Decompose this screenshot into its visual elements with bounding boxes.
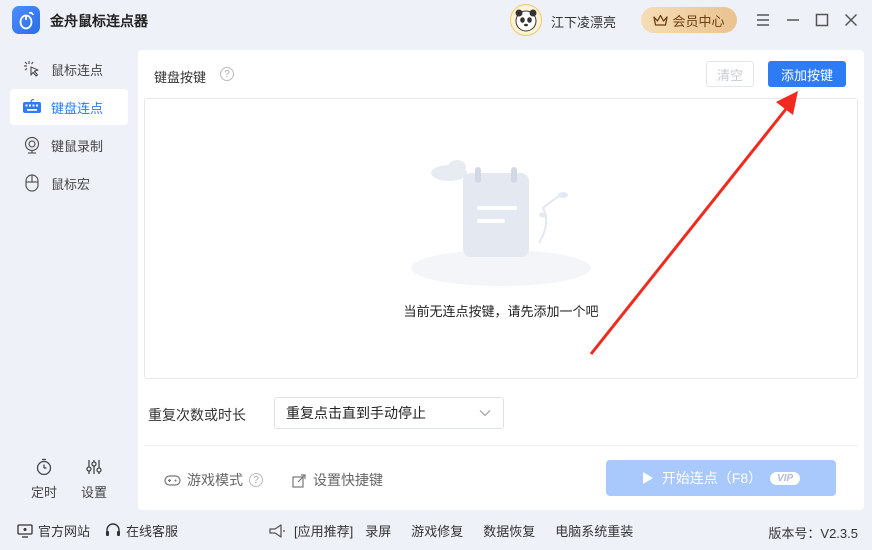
timer-button[interactable]: 定时 xyxy=(24,458,64,501)
hotkey-option[interactable]: 设置快捷键 xyxy=(292,470,383,490)
vip-badge: VIP xyxy=(770,471,801,485)
user-name[interactable]: 江下凌漂亮 xyxy=(551,12,616,31)
maximize-button[interactable] xyxy=(812,10,832,30)
game-mode-option[interactable]: 游戏模式 ? xyxy=(164,470,263,490)
online-support-label: 在线客服 xyxy=(126,524,179,539)
official-website-link[interactable]: 官方网站 xyxy=(17,521,90,540)
online-support-link[interactable]: 在线客服 xyxy=(105,521,178,540)
megaphone-icon xyxy=(269,523,285,538)
keyboard-icon xyxy=(22,97,42,117)
minimize-icon xyxy=(787,19,799,21)
sidebar-item-label: 鼠标宏 xyxy=(51,176,91,192)
minimize-button[interactable] xyxy=(783,10,803,30)
hotkey-icon xyxy=(292,473,306,488)
title-bar: 金舟鼠标连点器 江下凌漂亮 会员中心 xyxy=(0,0,872,40)
app-title: 金舟鼠标连点器 xyxy=(50,13,148,29)
empty-state-illustration xyxy=(411,160,591,286)
sidebar-item-label: 鼠标连点 xyxy=(51,62,104,78)
start-label: 开始连点（F8） xyxy=(661,470,763,486)
recommend-link-game-repair[interactable]: 游戏修复 xyxy=(411,521,463,540)
menu-button[interactable] xyxy=(753,10,773,30)
panda-avatar-icon xyxy=(515,9,537,32)
mouse-icon xyxy=(22,173,42,193)
maximize-icon xyxy=(815,13,829,27)
status-bar: 官方网站 在线客服 [应用推荐] 录屏 游戏修复 数据恢复 电脑系统重装 版本号… xyxy=(0,510,872,550)
start-button[interactable]: 开始连点（F8） VIP xyxy=(606,460,836,496)
user-avatar[interactable] xyxy=(510,4,542,36)
headset-icon xyxy=(106,523,120,536)
close-button[interactable] xyxy=(841,10,861,30)
mouse-logo-icon xyxy=(19,11,34,30)
hotkey-label: 设置快捷键 xyxy=(313,472,383,488)
key-list: 当前无连点按键，请先添加一个吧 xyxy=(144,98,858,379)
version-label: 版本号：V2.3.5 xyxy=(768,526,858,541)
sidebar-item-keyboard-click[interactable]: 键盘连点 xyxy=(10,89,128,125)
official-website-label: 官方网站 xyxy=(38,524,91,539)
sidebar-item-mouse-click[interactable]: 鼠标连点 xyxy=(10,51,128,87)
game-mode-label: 游戏模式 xyxy=(187,472,243,488)
vip-center-button[interactable]: 会员中心 xyxy=(641,7,737,33)
crown-icon xyxy=(653,14,669,26)
recommend-link-record[interactable]: 录屏 xyxy=(365,521,391,540)
chevron-down-icon xyxy=(479,410,491,417)
repeat-select-value: 重复点击直到手动停止 xyxy=(286,405,426,421)
timer-label: 定时 xyxy=(30,485,57,500)
sidebar-item-mouse-macro[interactable]: 鼠标宏 xyxy=(10,165,128,201)
sidebar-item-label: 键鼠录制 xyxy=(51,138,104,154)
repeat-select[interactable]: 重复点击直到手动停止 xyxy=(274,397,504,429)
settings-button[interactable]: 设置 xyxy=(74,458,114,501)
play-icon xyxy=(642,472,653,484)
recommend-link-system-reinstall[interactable]: 电脑系统重装 xyxy=(555,521,633,540)
recommend-link-data-recovery[interactable]: 数据恢复 xyxy=(483,521,535,540)
menu-icon xyxy=(757,14,769,26)
close-icon xyxy=(844,13,858,27)
settings-icon xyxy=(86,460,102,474)
clear-button[interactable]: 清空 xyxy=(706,61,754,87)
app-recommend: [应用推荐] 录屏 游戏修复 数据恢复 电脑系统重装 xyxy=(268,521,633,540)
panel-title: 键盘按键 xyxy=(154,70,207,85)
recommend-label: [应用推荐] xyxy=(294,524,354,539)
settings-label: 设置 xyxy=(80,485,107,500)
gamepad-icon xyxy=(164,474,181,486)
help-icon[interactable]: ? xyxy=(220,67,234,81)
timer-icon xyxy=(36,458,52,476)
mouse-click-icon xyxy=(22,59,42,79)
sidebar: 鼠标连点 键盘连点 键鼠录制 鼠标宏 定时 设置 xyxy=(0,40,138,510)
sidebar-item-label: 键盘连点 xyxy=(51,100,104,116)
add-key-button[interactable]: 添加按键 xyxy=(768,61,846,87)
sidebar-item-record[interactable]: 键鼠录制 xyxy=(10,127,128,163)
main-panel: 键盘按键 ? 清空 添加按键 当前无连点按键，请先添加一个吧 重复次数或时长 重… xyxy=(138,50,864,510)
vip-center-label: 会员中心 xyxy=(672,13,725,29)
game-mode-help-icon[interactable]: ? xyxy=(249,473,263,487)
divider xyxy=(144,445,858,446)
monitor-icon xyxy=(17,523,33,538)
record-icon xyxy=(22,135,42,155)
empty-state-text: 当前无连点按键，请先添加一个吧 xyxy=(403,304,599,319)
repeat-label: 重复次数或时长 xyxy=(148,407,246,423)
app-logo xyxy=(12,6,40,34)
